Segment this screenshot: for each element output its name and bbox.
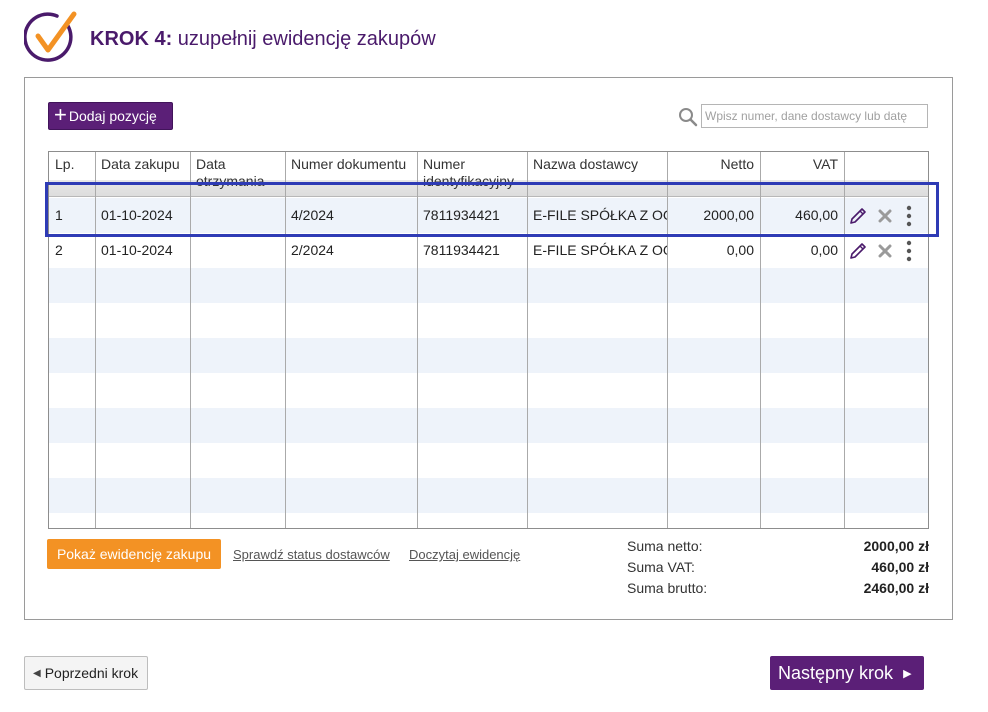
sum-netto-value: 2000,00 zł [863, 538, 929, 554]
table-stripe [49, 338, 928, 373]
previous-step-label: Poprzedni krok [44, 665, 139, 681]
cell-document-number: 2/2024 [291, 242, 334, 258]
row-actions [844, 233, 928, 268]
sum-brutto-value: 2460,00 zł [863, 580, 929, 596]
step-label: KROK 4: [90, 28, 173, 50]
sum-brutto-label: Suma brutto: [627, 580, 708, 596]
step-title: uzupełnij ewidencję zakupów [177, 28, 436, 50]
selection-highlight [45, 182, 939, 237]
sum-netto-label: Suma netto: [627, 538, 703, 554]
show-purchase-register-button[interactable]: Pokaż ewidencję zakupu [47, 539, 221, 569]
more-vertical-icon[interactable] [906, 240, 912, 262]
pencil-icon[interactable] [848, 241, 868, 261]
cell-purchase-date: 01-10-2024 [101, 242, 173, 258]
checkmark-logo-icon [24, 11, 77, 62]
plus-icon: + [54, 102, 67, 127]
cell-supplier-name: E-FILE SPÓŁKA Z OGRANICZONĄ [533, 242, 667, 258]
next-step-label: Następny krok [778, 662, 894, 683]
close-icon[interactable] [878, 244, 892, 258]
cell-netto: 0,00 [726, 242, 754, 258]
reload-register-link[interactable]: Doczytaj ewidencję [409, 547, 520, 562]
cell-lp: 2 [55, 242, 63, 258]
search-input[interactable] [701, 104, 928, 128]
page-title: KROK 4: uzupełnij ewidencję zakupów [90, 28, 436, 51]
cell-receipt-date [190, 233, 285, 268]
check-supplier-status-link[interactable]: Sprawdź status dostawców [233, 547, 390, 562]
add-position-button[interactable]: + Dodaj pozycję [48, 102, 173, 130]
search-icon[interactable] [678, 107, 698, 127]
triangle-left-icon: ◀ [33, 667, 41, 679]
table-stripe [49, 478, 928, 513]
sum-vat-value: 460,00 zł [871, 559, 929, 575]
triangle-right-icon: ▶ [903, 667, 912, 680]
table-row[interactable]: 2 01-10-2024 2/2024 7811934421 E-FILE SP… [49, 233, 928, 268]
table-stripe [49, 408, 928, 443]
cell-vat: 0,00 [810, 242, 838, 258]
add-position-label: Dodaj pozycję [68, 108, 157, 124]
next-step-button[interactable]: Następny krok ▶ [770, 656, 924, 690]
table-stripe [49, 268, 928, 303]
cell-id-number: 7811934421 [423, 242, 500, 258]
previous-step-button[interactable]: ◀ Poprzedni krok [24, 656, 148, 690]
sum-vat-label: Suma VAT: [627, 559, 695, 575]
